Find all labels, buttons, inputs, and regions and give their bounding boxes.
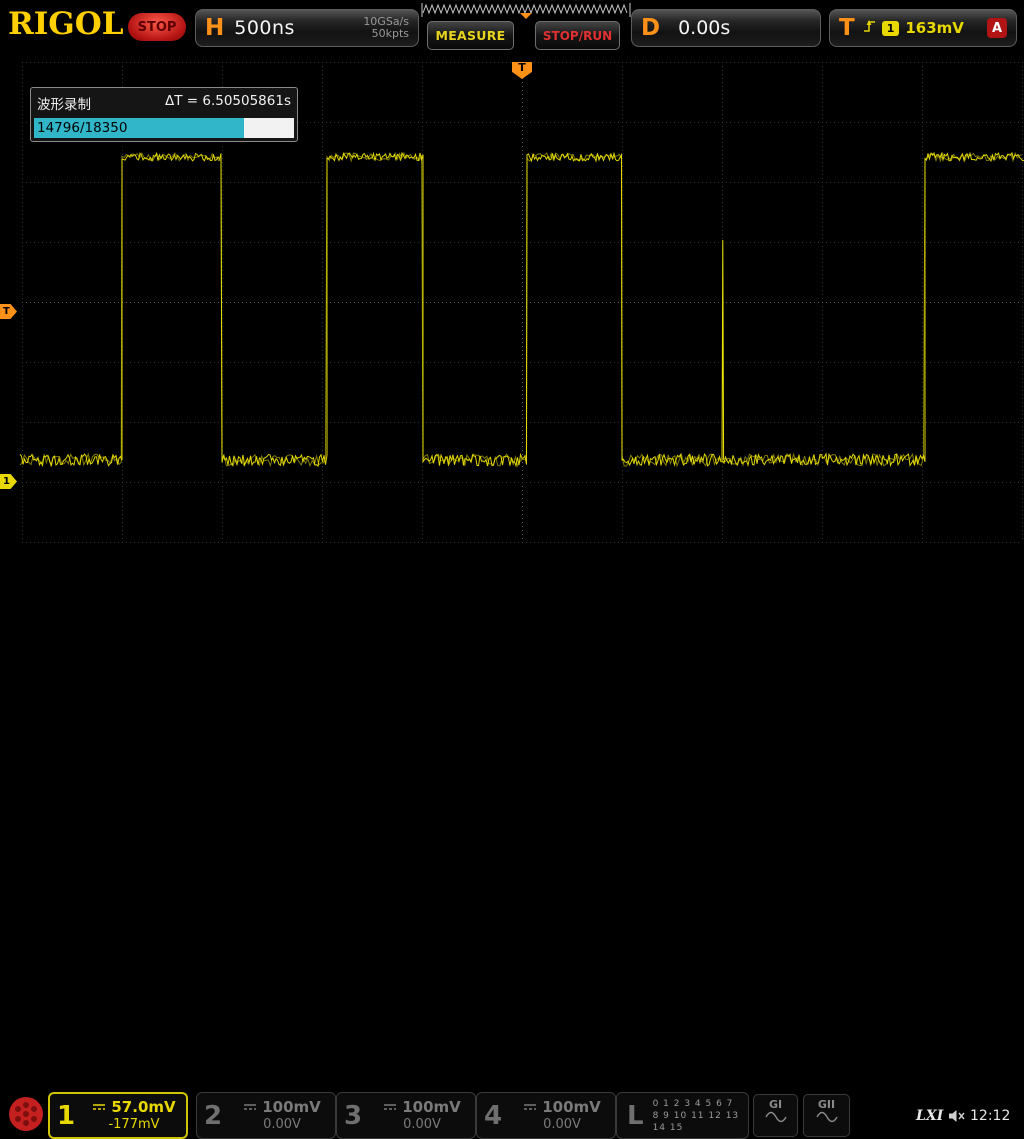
sine-wave-icon bbox=[765, 1111, 787, 1123]
coupling-icon bbox=[243, 1102, 257, 1112]
channel4-number: 4 bbox=[477, 1101, 509, 1131]
generator2-label: GII bbox=[804, 1098, 849, 1111]
trigger-sweep-mode-badge: A bbox=[987, 18, 1007, 38]
trigger-level-value: 163mV bbox=[905, 19, 964, 37]
top-bar: RIGOL STOP H 500ns 10GSa/s 50kpts MEASUR… bbox=[0, 0, 1024, 57]
trigger-settings[interactable]: T 1 163mV A bbox=[829, 9, 1017, 47]
record-progress-bar: 14796/18350 bbox=[34, 118, 294, 138]
record-overview-strip[interactable] bbox=[420, 1, 632, 20]
generator2-box[interactable]: GII bbox=[803, 1094, 850, 1137]
measure-button[interactable]: MEASURE bbox=[427, 21, 514, 50]
scope-display: T T 1 波形录制 ΔT = 6.50505861s 14796/18350 bbox=[0, 57, 1024, 545]
trigger-source-badge: 1 bbox=[882, 21, 900, 36]
channel4-box[interactable]: 4 100mV 0.00V bbox=[476, 1092, 616, 1139]
logic-row2: 8 9 10 11 12 13 14 15 bbox=[653, 1110, 748, 1134]
channel2-scale: 100mV bbox=[262, 1098, 321, 1117]
channel3-offset: 0.00V bbox=[369, 1117, 475, 1133]
delay-label: D bbox=[641, 15, 660, 41]
menu-knob-icon[interactable] bbox=[8, 1096, 44, 1132]
lxi-logo: LXI bbox=[916, 1108, 943, 1124]
channel2-box[interactable]: 2 100mV 0.00V bbox=[196, 1092, 336, 1139]
channel4-offset: 0.00V bbox=[509, 1117, 615, 1133]
channel2-number: 2 bbox=[197, 1101, 229, 1131]
channel1-scale: 57.0mV bbox=[111, 1098, 175, 1117]
run-state-badge: STOP bbox=[128, 13, 186, 41]
generator1-label: GI bbox=[754, 1098, 797, 1111]
coupling-icon bbox=[523, 1102, 537, 1112]
speaker-mute-icon[interactable] bbox=[948, 1109, 966, 1123]
record-delta-t: ΔT = 6.50505861s bbox=[165, 93, 291, 113]
channel3-box[interactable]: 3 100mV 0.00V bbox=[336, 1092, 476, 1139]
horizontal-label: H bbox=[205, 15, 224, 41]
sine-wave-icon bbox=[816, 1111, 838, 1123]
channel3-number: 3 bbox=[337, 1101, 369, 1131]
coupling-icon bbox=[92, 1102, 106, 1112]
generator1-box[interactable]: GI bbox=[753, 1094, 798, 1137]
channel3-scale: 100mV bbox=[402, 1098, 461, 1117]
timebase-value: 500ns bbox=[234, 17, 295, 39]
trigger-slope-icon bbox=[863, 18, 876, 38]
record-progress-text: 14796/18350 bbox=[37, 118, 127, 138]
delay-value: 0.00s bbox=[678, 17, 730, 39]
stop-run-button[interactable]: STOP/RUN bbox=[535, 21, 620, 50]
trigger-label: T bbox=[839, 15, 855, 41]
channel1-offset: -177mV bbox=[82, 1117, 186, 1133]
coupling-icon bbox=[383, 1102, 397, 1112]
brand-logo: RIGOL bbox=[8, 6, 124, 42]
bottom-bar: 1 57.0mV -177mV 2 100mV 0.00V bbox=[0, 545, 1024, 599]
logic-channels-box[interactable]: L 0 1 2 3 4 5 6 7 8 9 10 11 12 13 14 15 bbox=[616, 1092, 749, 1139]
logic-label: L bbox=[627, 1101, 644, 1131]
record-popup: 波形录制 ΔT = 6.50505861s 14796/18350 bbox=[30, 87, 298, 142]
acquisition-info: 10GSa/s 50kpts bbox=[363, 16, 409, 40]
horizontal-settings[interactable]: H 500ns 10GSa/s 50kpts bbox=[195, 9, 419, 47]
clock-time: 12:12 bbox=[970, 1108, 1010, 1124]
channel1-box[interactable]: 1 57.0mV -177mV bbox=[48, 1092, 188, 1139]
channel1-number: 1 bbox=[50, 1101, 82, 1131]
channel2-offset: 0.00V bbox=[229, 1117, 335, 1133]
record-popup-title: 波形录制 bbox=[37, 93, 91, 113]
memory-depth: 50kpts bbox=[372, 27, 409, 40]
logic-row1: 0 1 2 3 4 5 6 7 bbox=[653, 1098, 748, 1110]
channel4-scale: 100mV bbox=[542, 1098, 601, 1117]
delay-settings[interactable]: D 0.00s bbox=[631, 9, 821, 47]
